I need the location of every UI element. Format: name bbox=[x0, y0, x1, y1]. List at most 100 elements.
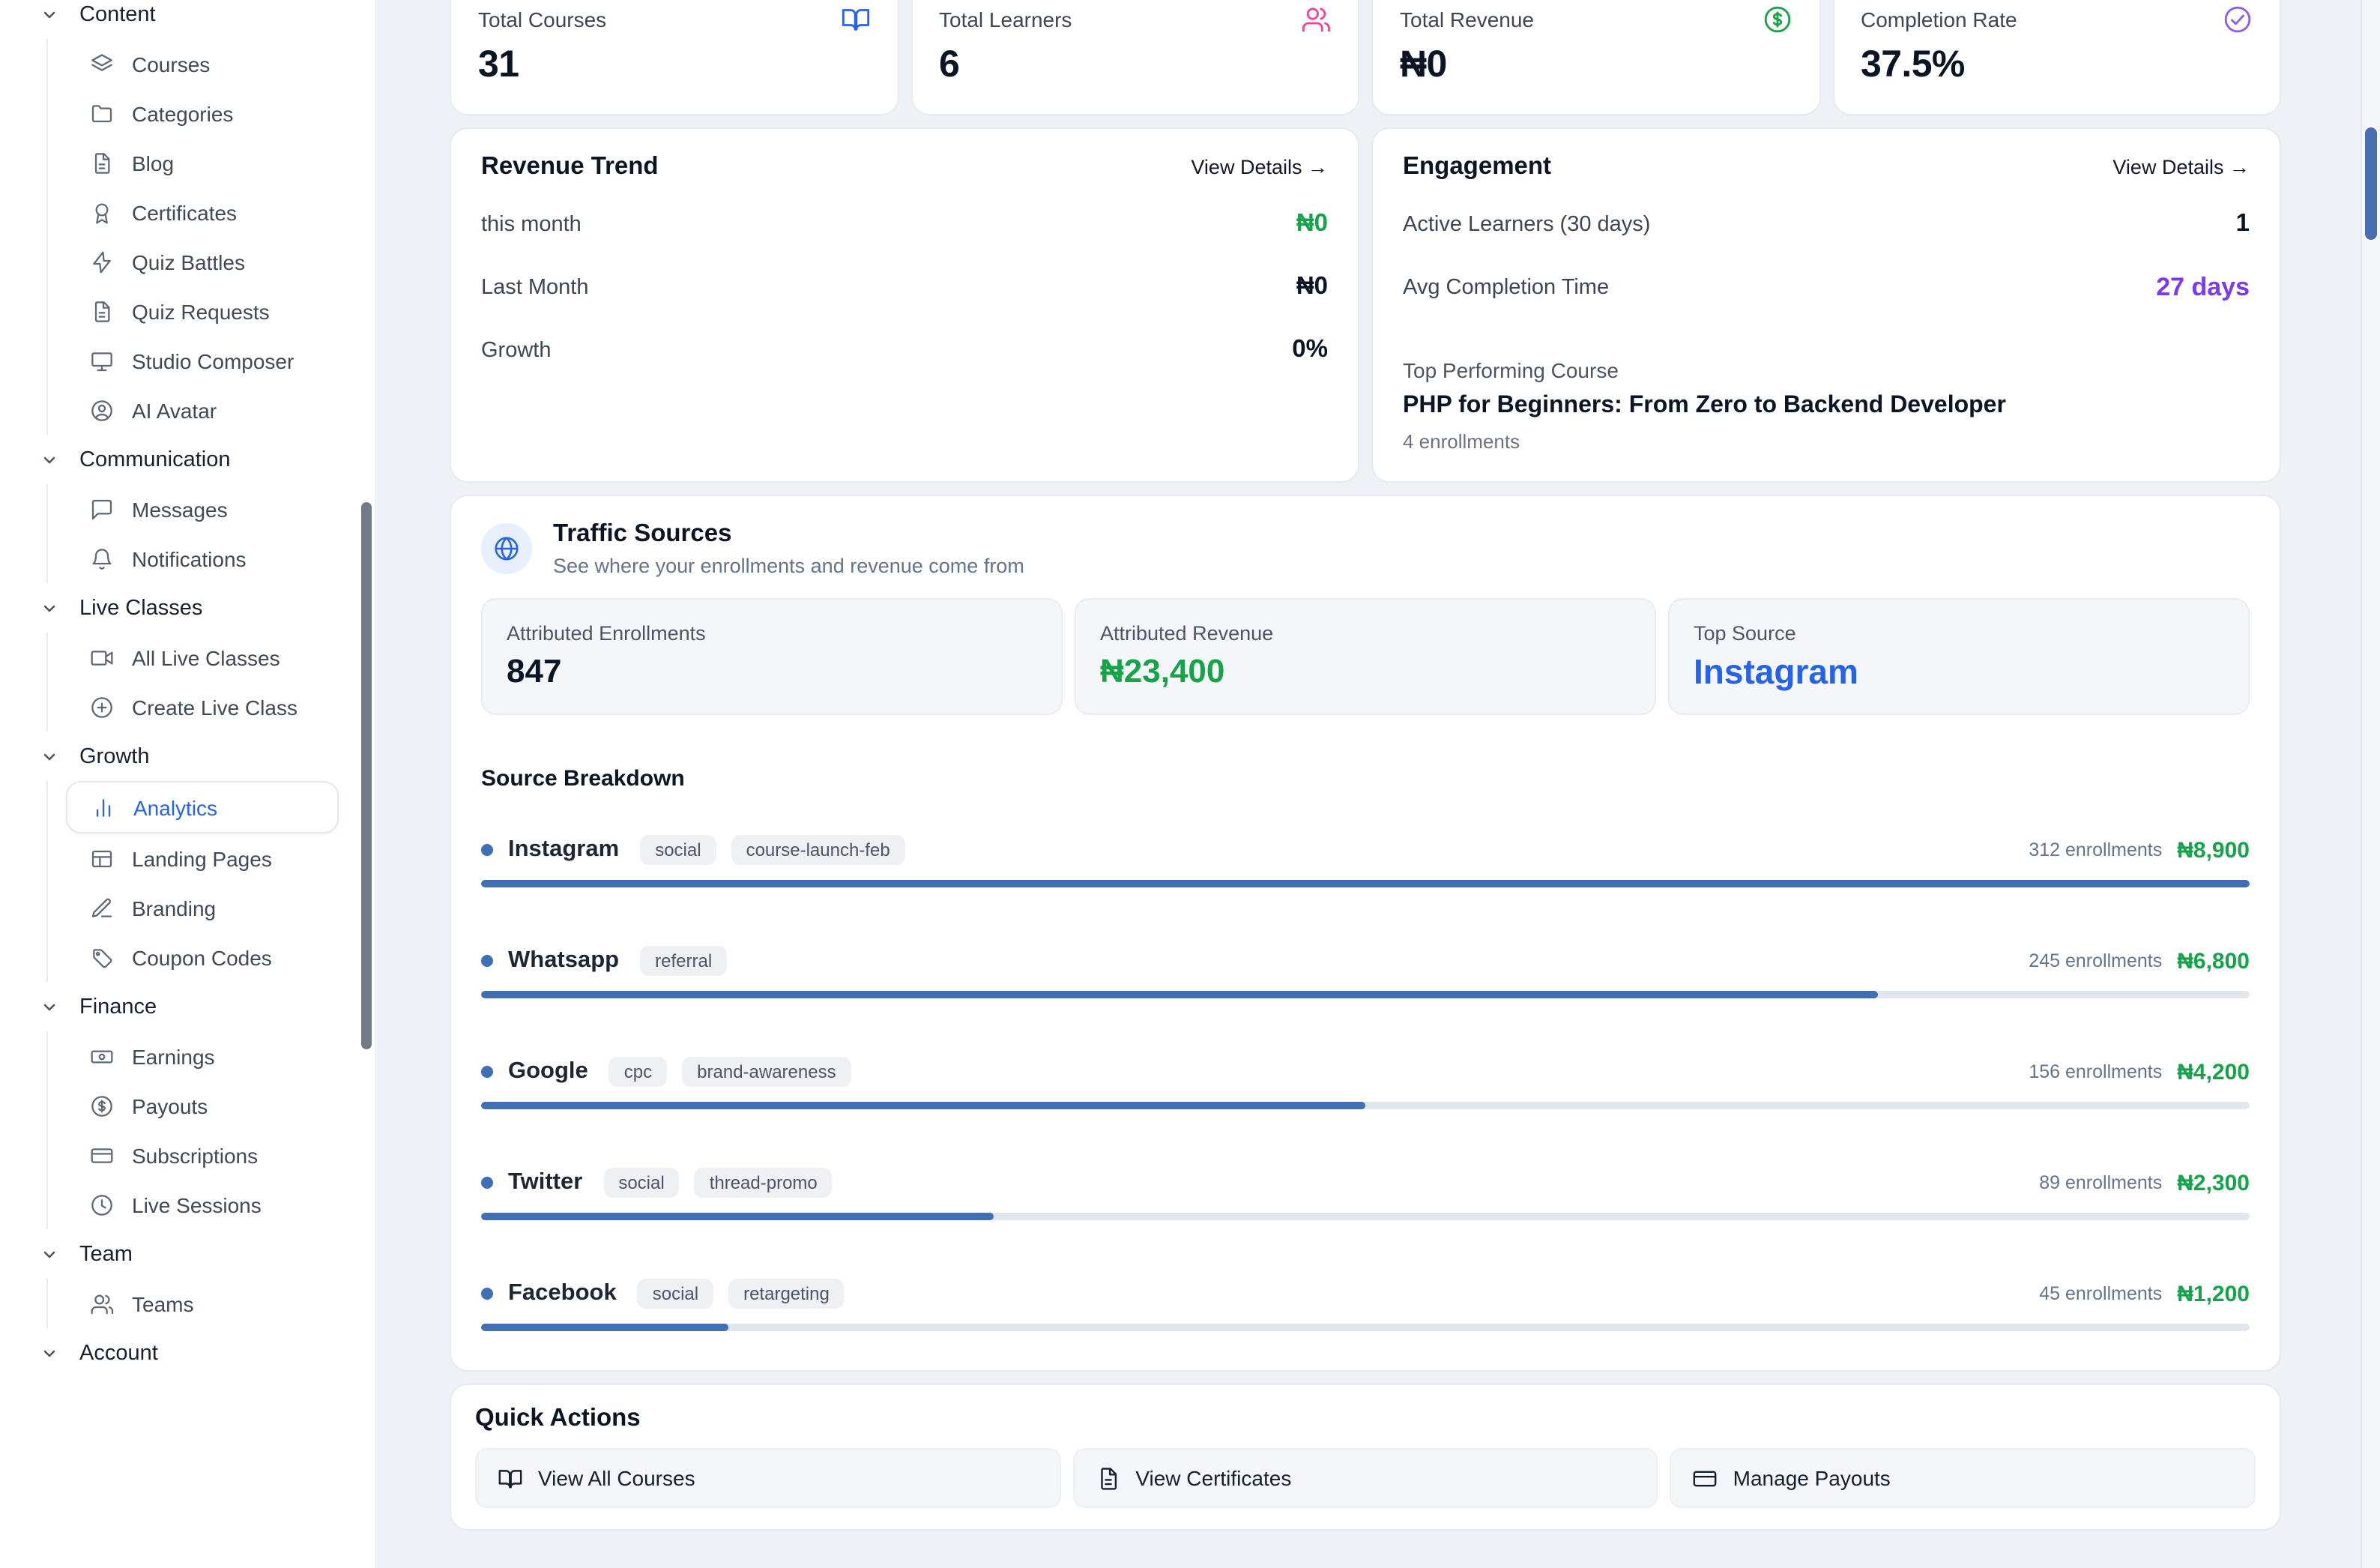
studio-composer-icon bbox=[90, 349, 114, 373]
page-scrollbar[interactable] bbox=[2361, 0, 2380, 1568]
sidebar-item-teams[interactable]: Teams bbox=[48, 1279, 339, 1328]
sidebar-item-label: Quiz Battles bbox=[132, 250, 245, 274]
sidebar-item-notifications[interactable]: Notifications bbox=[48, 534, 339, 583]
sidebar-item-earnings[interactable]: Earnings bbox=[48, 1031, 339, 1081]
action-label: Manage Payouts bbox=[1733, 1466, 1891, 1490]
sidebar-item-label: Courses bbox=[132, 52, 210, 76]
sidebar-section-team[interactable]: Team bbox=[0, 1229, 375, 1279]
view-certificates-button[interactable]: View Certificates bbox=[1072, 1448, 1658, 1508]
categories-icon bbox=[90, 101, 114, 125]
sidebar-section-finance[interactable]: Finance bbox=[0, 982, 375, 1031]
sidebar-item-label: Quiz Requests bbox=[132, 299, 270, 323]
sidebar-item-branding[interactable]: Branding bbox=[48, 883, 339, 932]
quiz-requests-icon bbox=[90, 299, 114, 323]
sidebar-group-growth: Analytics Landing Pages Branding Coupon … bbox=[46, 781, 375, 982]
sidebar-scrollbar-thumb[interactable] bbox=[361, 502, 372, 1049]
sidebar-item-certificates[interactable]: Certificates bbox=[48, 187, 339, 237]
stat-card-total-revenue: Total Revenue ₦0 bbox=[1371, 0, 1820, 115]
sidebar-section-growth[interactable]: Growth bbox=[0, 732, 375, 781]
view-details-link[interactable]: View Details → bbox=[1191, 156, 1328, 178]
source-name: Facebook bbox=[508, 1280, 617, 1307]
sidebar-section-label: Communication bbox=[79, 447, 231, 471]
progress-bar-fill bbox=[481, 1102, 1365, 1109]
source-tag: social bbox=[640, 835, 716, 865]
sidebar-item-landing-pages[interactable]: Landing Pages bbox=[48, 833, 339, 883]
action-label: View Certificates bbox=[1135, 1466, 1291, 1490]
top-course-enrollments: 4 enrollments bbox=[1403, 430, 2250, 453]
sidebar-item-label: Categories bbox=[132, 101, 233, 125]
sidebar-item-label: Notifications bbox=[132, 546, 247, 570]
page-scrollbar-thumb[interactable] bbox=[2365, 127, 2377, 240]
source-dot bbox=[481, 1066, 493, 1078]
sidebar-item-blog[interactable]: Blog bbox=[48, 138, 339, 187]
sidebar-item-subscriptions[interactable]: Subscriptions bbox=[48, 1130, 339, 1180]
sidebar-item-quiz-battles[interactable]: Quiz Battles bbox=[48, 237, 339, 286]
top-course-name: PHP for Beginners: From Zero to Backend … bbox=[1403, 393, 2250, 420]
source-name: Whatsapp bbox=[508, 947, 619, 974]
certificates-icon bbox=[90, 200, 114, 224]
view-details-link[interactable]: View Details → bbox=[2112, 156, 2250, 178]
sidebar-item-studio-composer[interactable]: Studio Composer bbox=[48, 336, 339, 385]
traffic-title: Traffic Sources bbox=[553, 520, 1024, 549]
sidebar-item-live-sessions[interactable]: Live Sessions bbox=[48, 1180, 339, 1229]
book-open-icon bbox=[498, 1465, 523, 1491]
dollar-circle-icon bbox=[1762, 4, 1792, 34]
source-revenue: ₦4,200 bbox=[2177, 1059, 2250, 1085]
traffic-sources-card: Traffic Sources See where your enrollmen… bbox=[450, 495, 2281, 1372]
row-label: Last Month bbox=[481, 275, 589, 299]
stat-label: Total Courses bbox=[478, 7, 606, 31]
sidebar-section-label: Finance bbox=[79, 995, 157, 1019]
sidebar-item-analytics[interactable]: Analytics bbox=[66, 781, 339, 833]
row-label: this month bbox=[481, 212, 582, 236]
progress-bar bbox=[481, 991, 2250, 998]
manage-payouts-button[interactable]: Manage Payouts bbox=[1670, 1448, 2256, 1508]
stat-value: 31 bbox=[478, 43, 870, 87]
sidebar-item-courses[interactable]: Courses bbox=[48, 39, 339, 88]
sidebar-section-label: Live Classes bbox=[79, 596, 202, 620]
users-icon bbox=[1301, 4, 1331, 34]
check-circle-icon bbox=[2223, 4, 2253, 34]
sidebar-item-create-live-class[interactable]: Create Live Class bbox=[48, 682, 339, 732]
chevron-down-icon bbox=[40, 1344, 58, 1362]
chevron-down-icon bbox=[40, 747, 58, 765]
source-tag: course-launch-feb bbox=[731, 835, 905, 865]
sidebar-item-all-live-classes[interactable]: All Live Classes bbox=[48, 633, 339, 682]
source-row-google: Google cpc brand-awareness 156 enrollmen… bbox=[481, 1057, 2250, 1109]
source-tag: thread-promo bbox=[695, 1168, 833, 1198]
progress-bar bbox=[481, 1102, 2250, 1109]
sidebar-item-coupon-codes[interactable]: Coupon Codes bbox=[48, 932, 339, 982]
plus-circle-icon bbox=[90, 695, 114, 719]
source-dot bbox=[481, 1177, 493, 1189]
sidebar-item-quiz-requests[interactable]: Quiz Requests bbox=[48, 286, 339, 336]
box-label: Attributed Enrollments bbox=[507, 622, 1037, 645]
sidebar-item-payouts[interactable]: Payouts bbox=[48, 1081, 339, 1130]
earnings-icon bbox=[90, 1044, 114, 1068]
source-tag: social bbox=[638, 1279, 713, 1309]
sidebar-item-ai-avatar[interactable]: AI Avatar bbox=[48, 385, 339, 435]
sidebar-group-live-classes: All Live Classes Create Live Class bbox=[46, 633, 375, 732]
row-value: 27 days bbox=[2156, 273, 2250, 303]
landing-pages-icon bbox=[90, 846, 114, 870]
sidebar-section-account[interactable]: Account bbox=[0, 1328, 375, 1378]
sidebar-section-content[interactable]: Content bbox=[0, 0, 375, 39]
top-course-label: Top Performing Course bbox=[1403, 358, 2250, 382]
sidebar-section-communication[interactable]: Communication bbox=[0, 435, 375, 484]
view-all-courses-button[interactable]: View All Courses bbox=[475, 1448, 1060, 1508]
sidebar-item-label: Create Live Class bbox=[132, 695, 298, 719]
sidebar-item-label: Certificates bbox=[132, 200, 237, 224]
analytics-dashboard: Content Courses Categories Blog Certifi bbox=[0, 0, 2380, 1568]
stat-value: 6 bbox=[939, 43, 1331, 87]
source-enrollments: 312 enrollments bbox=[2029, 839, 2162, 860]
sidebar-section-label: Content bbox=[79, 2, 156, 26]
source-tag: social bbox=[603, 1168, 679, 1198]
panel-title: Engagement bbox=[1403, 153, 1551, 181]
sidebar-item-messages[interactable]: Messages bbox=[48, 484, 339, 534]
traffic-stats: Attributed Enrollments 847 Attributed Re… bbox=[481, 598, 2250, 715]
engagement-card: Engagement View Details → Active Learner… bbox=[1371, 127, 2281, 483]
source-tag: retargeting bbox=[728, 1279, 845, 1309]
revenue-row-last-month: Last Month ₦0 bbox=[481, 273, 1328, 301]
sidebar-item-categories[interactable]: Categories bbox=[48, 88, 339, 138]
sidebar-section-live-classes[interactable]: Live Classes bbox=[0, 583, 375, 633]
analytics-icon bbox=[91, 795, 115, 819]
row-value: 1 bbox=[2236, 210, 2250, 238]
